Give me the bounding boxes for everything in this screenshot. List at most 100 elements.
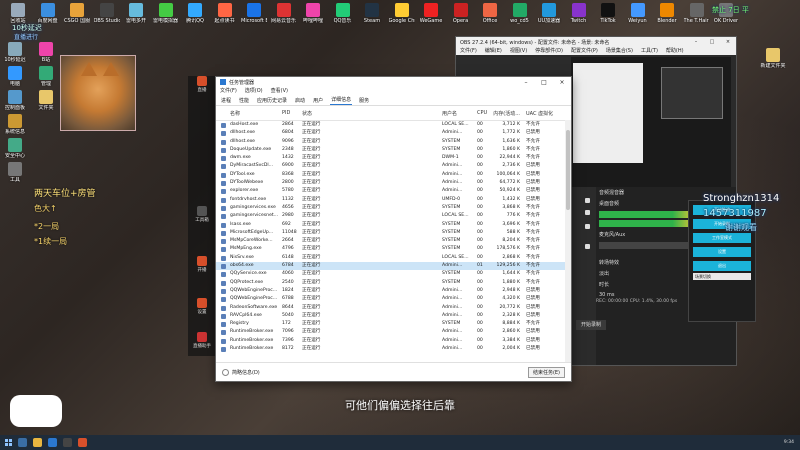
table-row[interactable]: RuntimeBroker.exe 7096 正在运行 Admini... 00 2,86… xyxy=(216,328,565,336)
column-memory[interactable]: 内存(活动... xyxy=(492,110,520,117)
menu-item[interactable]: 选项(O) xyxy=(245,87,263,95)
table-row[interactable]: dllhost.exe 9096 正在运行 SYSTEM 00 1,636 K 不允许 xyxy=(216,138,565,146)
table-row[interactable]: MsMpCoreWorke... 2664 正在运行 SYSTEM 00 8,204 K 不… xyxy=(216,237,565,245)
menu-item[interactable]: 停靠部件(D) xyxy=(535,47,563,55)
desktop-icon[interactable]: 文件夹 xyxy=(33,90,59,111)
desktop-icon[interactable]: 腾讯QQ xyxy=(182,3,208,24)
close-icon[interactable]: × xyxy=(720,39,736,45)
desktop-icon[interactable]: UU加速器 xyxy=(536,3,562,24)
sidebar-item-assistant[interactable]: 直播助手 xyxy=(192,332,212,349)
desktop-icon[interactable]: 雷电模拟器 xyxy=(153,3,179,24)
table-row[interactable]: QQWebEngineProc... 6788 正在运行 Admini... 00 4,3… xyxy=(216,295,565,303)
desktop-icon[interactable]: Microsoft Edge xyxy=(241,3,267,24)
desktop-icon[interactable]: wo_cd5 xyxy=(507,3,533,24)
desktop-icon[interactable]: The T.Hair Engineer xyxy=(684,3,710,24)
desktop-icon[interactable]: QQ音乐 xyxy=(330,3,356,24)
desktop-icon[interactable]: Blender xyxy=(654,3,680,24)
table-row[interactable]: MsMpEng.exe 4796 正在运行 SYSTEM 00 178,576 K 不允许 xyxy=(216,245,565,253)
taskbar-explorer-icon[interactable] xyxy=(33,438,42,447)
table-row[interactable]: explorer.exe 5780 正在运行 Admini... 00 50,924 K 已… xyxy=(216,187,565,195)
desktop-icon[interactable]: WeGame xyxy=(418,3,444,24)
taskbar-taskmgr-icon[interactable] xyxy=(48,438,57,447)
column-pid[interactable]: PID xyxy=(282,110,298,116)
studio-mode-button[interactable]: 工作室模式 xyxy=(693,233,751,243)
obs-preview[interactable] xyxy=(571,57,731,187)
menu-item[interactable]: 查看(V) xyxy=(271,87,288,95)
desktop-icon[interactable]: 10秒延迟 xyxy=(2,42,28,63)
desktop-icon[interactable]: 工具 xyxy=(2,162,28,183)
close-icon[interactable]: × xyxy=(553,79,571,86)
taskbar-obs-icon[interactable] xyxy=(63,438,72,447)
menu-item[interactable]: 文件(F) xyxy=(460,47,477,55)
column-uac[interactable]: UAC 虚拟化 xyxy=(526,110,556,117)
tab[interactable]: 应用历史记录 xyxy=(256,96,288,105)
tray-time[interactable]: 9:34 xyxy=(784,440,794,445)
table-row[interactable]: RAVCpl64.exe 5040 正在运行 Admini... 00 2,328 K 已禁… xyxy=(216,312,565,320)
table-row[interactable]: gamingservices.exe 4656 正在运行 SYSTEM 00 3,868 … xyxy=(216,204,565,212)
menu-item[interactable]: 文件(F) xyxy=(220,87,237,95)
menu-item[interactable]: 视图(V) xyxy=(510,47,527,55)
desktop-icon[interactable]: Google Chrome xyxy=(389,3,415,24)
maximize-icon[interactable]: □ xyxy=(535,79,553,86)
table-row[interactable]: NisSrv.exe 6148 正在运行 LOCAL SE... 00 2,868 K 不允… xyxy=(216,254,565,262)
sidebar-item-settings[interactable]: 设置 xyxy=(192,298,212,315)
table-row[interactable]: Registry 172 正在运行 SYSTEM 00 8,884 K 不允许 xyxy=(216,320,565,328)
column-cpu[interactable]: CPU xyxy=(477,110,487,116)
table-row[interactable]: RuntimeBroker.exe 8172 正在运行 Admini... 00 2,00… xyxy=(216,345,565,353)
desktop-icon[interactable]: TikTok xyxy=(595,3,621,24)
table-row[interactable]: dwm.exe 1432 正在运行 DWM-1 00 22,944 K 不允许 xyxy=(216,154,565,162)
desktop-icon[interactable]: 电脑 xyxy=(2,66,28,87)
table-row[interactable]: DyMiracastSvcDl... 6900 正在运行 Admini... 00 2,7… xyxy=(216,162,565,170)
less-details-button[interactable]: 简略信息(D) xyxy=(222,369,260,376)
column-name[interactable]: 名称 xyxy=(230,110,286,117)
desktop-icon-new-folder[interactable]: 新建文件夹 xyxy=(760,48,786,69)
mixer-checkbox-1[interactable] xyxy=(585,198,590,203)
desktop-icon[interactable]: Weiyun xyxy=(625,3,651,24)
menu-item[interactable]: 场景集合(S) xyxy=(606,47,633,55)
mixer-checkbox-2[interactable] xyxy=(585,210,590,215)
desktop-icon[interactable]: Office xyxy=(477,3,503,24)
mixer-checkbox-3[interactable] xyxy=(585,224,590,229)
desktop-icon[interactable]: Twitch xyxy=(566,3,592,24)
desktop-icon[interactable]: B站 xyxy=(33,42,59,63)
table-row[interactable]: obs64.exe 6784 正在运行 Admini... 01 129,256 K 不允许 xyxy=(216,262,565,271)
table-row[interactable]: dasHost.exe 2864 正在运行 LOCAL SE... 00 3,712 K 不… xyxy=(216,121,565,129)
desktop-icon[interactable]: 安全中心 xyxy=(2,138,28,159)
table-row[interactable]: MicrosoftEdgeUp... 11048 正在运行 SYSTEM 00 588 K… xyxy=(216,229,565,237)
tab[interactable]: 用户 xyxy=(312,96,324,105)
vertical-scrollbar[interactable] xyxy=(565,120,571,362)
desktop-icon[interactable]: CSGO 国服 xyxy=(64,3,90,24)
table-row[interactable]: QQyService.exe 4060 正在运行 SYSTEM 00 1,644 K 不允许 xyxy=(216,270,565,278)
desktop-icon[interactable]: Steam xyxy=(359,3,385,24)
desktop-icon[interactable]: 系统信息 xyxy=(2,114,28,135)
tab[interactable]: 性能 xyxy=(238,96,250,105)
desktop-icon[interactable]: 回收站 xyxy=(5,3,31,24)
windows-start-icon[interactable] xyxy=(5,439,12,446)
table-row[interactable]: QQWebEngineProc... 1824 正在运行 Admini... 00 2,9… xyxy=(216,287,565,295)
minimize-icon[interactable]: – xyxy=(517,79,535,86)
table-row[interactable]: RadeonSoftware.exe 8644 正在运行 Admini... 00 20,… xyxy=(216,304,565,312)
tab[interactable]: 详细信息 xyxy=(330,95,353,105)
table-row[interactable]: lsass.exe 692 正在运行 SYSTEM 00 3,696 K 不允许 xyxy=(216,221,565,229)
taskbar-live-icon[interactable] xyxy=(78,438,87,447)
settings-button[interactable]: 设置 xyxy=(693,247,751,257)
column-user[interactable]: 用户名 xyxy=(442,110,470,117)
table-row[interactable]: DYTool.exe 8368 正在运行 Admini... 00 100,064 K 已禁… xyxy=(216,171,565,179)
desktop-icon[interactable]: Opera xyxy=(448,3,474,24)
table-row[interactable]: dllhost.exe 6804 正在运行 Admini... 00 1,772 K 已禁用 xyxy=(216,129,565,137)
table-row[interactable]: QQProtect.exe 2540 正在运行 SYSTEM 00 1,880 K 不允许 xyxy=(216,279,565,287)
desktop-icon[interactable]: 控制面板 xyxy=(2,90,28,111)
sidebar-item-start[interactable]: 开播 xyxy=(192,256,212,273)
menu-item[interactable]: 帮助(H) xyxy=(666,47,684,55)
mixer-checkbox-4[interactable] xyxy=(585,244,590,249)
tab[interactable]: 启动 xyxy=(294,96,306,105)
menu-item[interactable]: 配置文件(P) xyxy=(571,47,598,55)
table-row[interactable]: gamingservicesnet... 2980 正在运行 LOCAL SE... 0… xyxy=(216,212,565,220)
minimize-icon[interactable]: – xyxy=(688,39,704,45)
menu-item[interactable]: 编辑(E) xyxy=(485,47,502,55)
obs-control-button[interactable]: 开始录制 xyxy=(576,320,606,330)
table-row[interactable]: RuntimeBroker.exe 7396 正在运行 Admini... 00 3,38… xyxy=(216,337,565,345)
desktop-icon[interactable]: 雷电多开 xyxy=(123,3,149,24)
sidebar-item-tools[interactable]: 工具箱 xyxy=(192,206,212,223)
scrollbar-thumb[interactable] xyxy=(566,130,570,210)
